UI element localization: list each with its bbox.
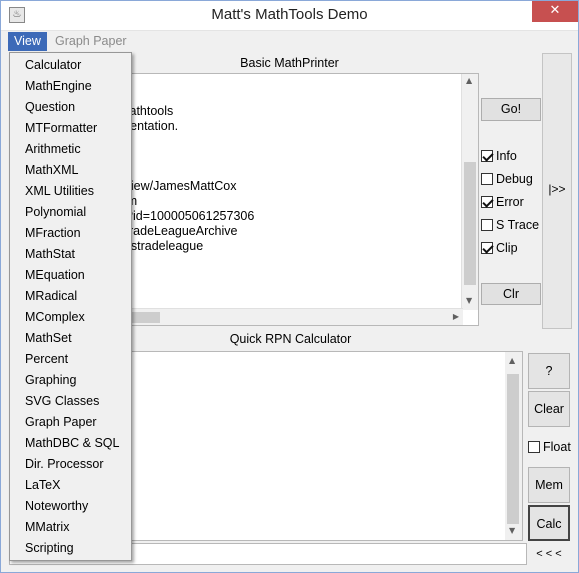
float-checkbox-box[interactable]	[528, 441, 540, 453]
menu-bar: View Graph Paper	[1, 31, 578, 52]
view-menu-item-mathengine[interactable]: MathEngine	[25, 76, 92, 96]
view-menu-dropdown: Calculator MathEngine Question MTFormatter A…	[9, 52, 132, 561]
printer-vertical-thumb[interactable]	[464, 162, 476, 285]
view-menu-item-mathset[interactable]: MathSet	[25, 328, 72, 348]
error-checkbox-box[interactable]	[481, 196, 493, 208]
view-menu-item-mathstat[interactable]: MathStat	[25, 244, 75, 264]
view-menu-item-mcomplex[interactable]: MComplex	[25, 307, 85, 327]
s-trace-checkbox-label: S Trace	[496, 218, 540, 232]
view-menu-item-question[interactable]: Question	[25, 97, 75, 117]
error-checkbox[interactable]: Error	[481, 194, 524, 210]
view-menu-item-noteworthy[interactable]: Noteworthy	[25, 496, 88, 516]
view-menu-item-mfraction[interactable]: MFraction	[25, 223, 81, 243]
view-menu-item-arithmetic[interactable]: Arithmetic	[25, 139, 81, 159]
rpn-vertical-scrollbar[interactable]: ▲ ▼	[505, 352, 522, 540]
view-menu-item-calculator[interactable]: Calculator	[25, 55, 81, 75]
mem-button[interactable]: Mem	[528, 467, 570, 503]
view-menu-item-percent[interactable]: Percent	[25, 349, 68, 369]
clip-checkbox[interactable]: Clip	[481, 240, 518, 256]
title-bar[interactable]: ♨ Matt's MathTools Demo ✕	[1, 1, 578, 31]
debug-checkbox-box[interactable]	[481, 173, 493, 185]
info-checkbox-box[interactable]	[481, 150, 493, 162]
scroll-right-icon[interactable]: ▶	[453, 312, 459, 321]
rpn-scroll-up-icon[interactable]: ▲	[509, 356, 515, 365]
printer-vertical-scrollbar[interactable]: ▲ ▼	[461, 74, 478, 310]
back-button[interactable]: < < <	[531, 546, 567, 564]
calc-button[interactable]: Calc	[528, 505, 570, 541]
info-checkbox-label: Info	[496, 149, 517, 163]
view-menu-item-graph-paper[interactable]: Graph Paper	[25, 412, 97, 432]
s-trace-checkbox-box[interactable]	[481, 219, 493, 231]
view-menu-item-mequation[interactable]: MEquation	[25, 265, 85, 285]
scroll-up-icon[interactable]: ▲	[466, 76, 472, 85]
float-checkbox[interactable]: Float	[528, 439, 571, 455]
go-button[interactable]: Go!	[481, 98, 541, 121]
info-checkbox[interactable]: Info	[481, 148, 517, 164]
float-checkbox-label: Float	[543, 440, 571, 454]
view-menu-item-mtformatter[interactable]: MTFormatter	[25, 118, 97, 138]
view-menu-item-mathxml[interactable]: MathXML	[25, 160, 79, 180]
view-menu-item-xml-utilities[interactable]: XML Utilities	[25, 181, 94, 201]
expand-panel-button[interactable]: |>>	[542, 53, 572, 329]
scroll-down-icon[interactable]: ▼	[466, 296, 472, 305]
menu-view[interactable]: View	[8, 32, 47, 51]
rpn-scroll-down-icon[interactable]: ▼	[509, 526, 515, 535]
view-menu-item-polynomial[interactable]: Polynomial	[25, 202, 86, 222]
view-menu-item-dir-processor[interactable]: Dir. Processor	[25, 454, 104, 474]
view-menu-item-mmatrix[interactable]: MMatrix	[25, 517, 69, 537]
help-button[interactable]: ?	[528, 353, 570, 389]
window-title: Matt's MathTools Demo	[211, 6, 368, 23]
view-menu-item-latex[interactable]: LaTeX	[25, 475, 60, 495]
s-trace-checkbox[interactable]: S Trace	[481, 217, 539, 233]
error-checkbox-label: Error	[496, 195, 524, 209]
clr-button[interactable]: Clr	[481, 283, 541, 305]
app-window: ♨ Matt's MathTools Demo ✕ View Graph Pap…	[0, 0, 579, 573]
rpn-vertical-thumb[interactable]	[507, 374, 519, 524]
clear-button[interactable]: Clear	[528, 391, 570, 427]
view-menu-item-scripting[interactable]: Scripting	[25, 538, 74, 558]
view-menu-item-mradical[interactable]: MRadical	[25, 286, 77, 306]
clip-checkbox-label: Clip	[496, 241, 518, 255]
clip-checkbox-box[interactable]	[481, 242, 493, 254]
view-menu-item-mathdbc-sql[interactable]: MathDBC & SQL	[25, 433, 119, 453]
view-menu-item-svg-classes[interactable]: SVG Classes	[25, 391, 99, 411]
close-icon[interactable]: ✕	[532, 1, 578, 22]
view-menu-item-graphing[interactable]: Graphing	[25, 370, 76, 390]
debug-checkbox-label: Debug	[496, 172, 533, 186]
menu-graph-paper[interactable]: Graph Paper	[49, 32, 133, 51]
debug-checkbox[interactable]: Debug	[481, 171, 533, 187]
